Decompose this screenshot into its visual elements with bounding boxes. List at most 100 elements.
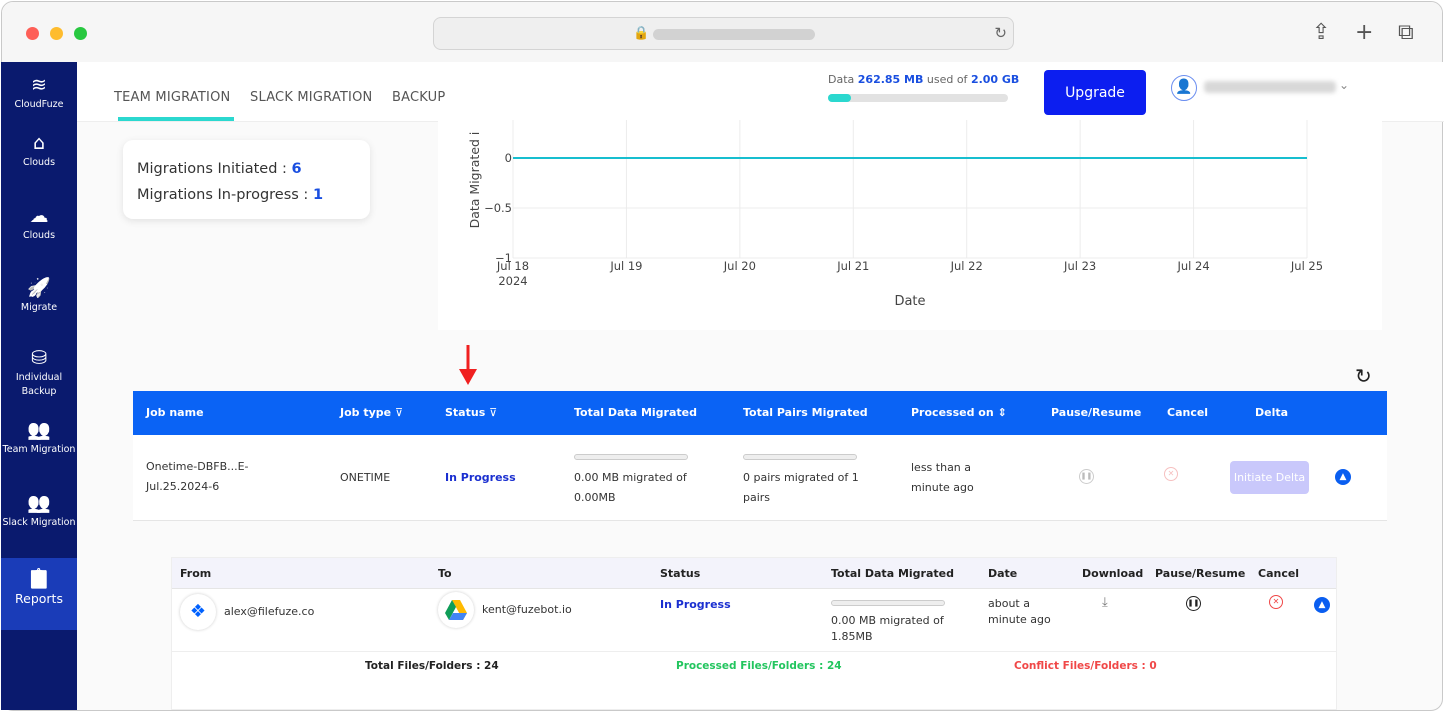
processed-on: less than a minute ago [911,458,974,498]
date: about a minute ago [988,596,1051,628]
x-axis-title: Date [894,294,925,309]
header-download: Download [1082,567,1144,580]
sidebar: ≋ CloudFuze ⌂ Clouds ☁ Clouds 🚀 Migrate ⛁ Indiv… [1,62,77,710]
minimize-window-button[interactable] [50,27,63,40]
usage-mid: used of [926,73,968,86]
reload-icon[interactable]: ↻ [994,24,1007,42]
sidebar-item-clouds[interactable]: ☁ Clouds [1,205,77,243]
line: 0.00 MB migrated of [574,471,687,484]
sidebar-item-label: Team Migration [2,444,76,455]
line: 0 pairs migrated of 1 [743,471,859,484]
header-cancel: Cancel [1258,567,1300,580]
user-avatar-icon[interactable]: 👤 [1171,75,1197,101]
collapse-icon[interactable]: ▲ [1335,469,1351,485]
data-migrated-chart: Jul 18 Jul 19 Jul 20 Jul 21 Jul 22 Jul 23 Jul … [438,120,1382,330]
chevron-down-icon[interactable]: ⌄ [1339,78,1349,92]
total-files: Total Files/Folders : 24 [365,660,499,672]
header-job-name: Job name [146,406,204,419]
label: Migrations Initiated : [137,161,287,177]
browser-toolbar: 🔒 ↻ ⇪ + ⧉ [2,2,1442,64]
line: Jul.25.2024-6 [146,480,220,493]
y-tick-label: −0.5 [484,201,512,215]
filter-icon[interactable]: ⊽ [489,406,497,419]
pause-icon[interactable]: ❚❚ [1079,469,1094,484]
refresh-icon[interactable]: ↻ [1355,364,1372,388]
label: Migrations In-progress : [137,187,309,203]
header-processed-on[interactable]: Processed on ⇕ [911,406,1007,419]
filter-icon[interactable]: ⊽ [395,406,403,419]
usage-progress-fill [828,94,852,102]
share-icon[interactable]: ⇪ [1312,20,1330,45]
address-bar[interactable]: 🔒 ↻ [433,17,1014,50]
pair-row[interactable]: ❖ alex@filefuze.co kent@fuzebot.io In Pr… [172,589,1336,652]
sidebar-item-label: Reports [15,591,63,606]
initiate-delta-button[interactable]: Initiate Delta [1230,461,1309,494]
cloud-icon: ☁ [29,205,49,227]
cloudfuze-logo[interactable]: ≋ CloudFuze [1,74,77,112]
logo-icon: ≋ [31,74,47,96]
status-badge: In Progress [660,598,731,611]
header-status[interactable]: Status ⊽ [445,406,497,419]
collapse-icon[interactable]: ▲ [1314,597,1330,613]
clipboard-icon: 📋 [27,568,51,590]
tab-team-migration[interactable]: TEAM MIGRATION [114,90,235,121]
google-drive-icon [438,592,474,628]
brand-name: CloudFuze [14,99,64,110]
sidebar-item-slack-migration[interactable]: 👥 Slack Migration [1,492,77,530]
sidebar-item-team-migration[interactable]: 👥 Team Migration [1,419,77,457]
sort-icon[interactable]: ⇕ [998,406,1007,419]
header-total-data: Total Data Migrated [831,567,954,580]
cancel-icon[interactable]: ✕ [1164,467,1178,481]
job-type: ONETIME [340,471,391,484]
usage-used: 262.85 MB [857,73,924,86]
pairs-migrated: 0 pairs migrated of 1 pairs [743,468,859,508]
line: minute ago [911,481,974,494]
new-tab-icon[interactable]: + [1355,20,1373,45]
usage-total: 2.00 GB [970,73,1020,86]
job-name: Onetime-DBFB...E- Jul.25.2024-6 [146,457,249,497]
download-icon[interactable]: ⤓ [1102,595,1108,611]
header-from: From [180,567,212,580]
sidebar-item-individual-backup[interactable]: ⛁ Individual Backup [1,347,77,399]
user-name-blurred[interactable] [1204,81,1336,93]
usage-prefix: Data [828,73,855,86]
close-window-button[interactable] [26,27,39,40]
upgrade-button[interactable]: Upgrade [1044,70,1146,115]
tab-slack-migration[interactable]: SLACK MIGRATION [250,90,372,105]
header-date: Date [988,567,1018,580]
tab-backup[interactable]: BACKUP [392,90,445,105]
header-delta: Delta [1255,406,1289,419]
sidebar-item-clouds[interactable]: ⌂ Clouds [1,132,77,170]
database-icon: ⛁ [31,347,47,369]
maximize-window-button[interactable] [74,27,87,40]
data-progress-bar [831,600,945,606]
lock-icon: 🔒 [633,26,650,41]
y-axis-title: Data Migrated i [467,132,482,229]
pairs-table-header: From To Status Total Data Migrated Date … [172,558,1336,589]
table-row[interactable]: Onetime-DBFB...E- Jul.25.2024-6 ONETIME I… [133,435,1387,521]
x-year-label: 2024 [498,274,527,288]
processed-files: Processed Files/Folders : 24 [676,660,842,672]
header-total-data: Total Data Migrated [574,406,697,419]
header-status: Status [660,567,701,580]
pause-icon[interactable]: ❚❚ [1186,596,1201,611]
header-job-type[interactable]: Job type ⊽ [340,406,403,419]
sidebar-item-migrate[interactable]: 🚀 Migrate [1,277,77,315]
line: 1.85MB [831,630,873,643]
x-tick-label: Jul 20 [723,259,756,273]
cancel-icon[interactable]: ✕ [1269,595,1283,609]
dropbox-icon: ❖ [180,594,216,630]
x-tick-label: Jul 19 [609,259,642,273]
pairs-table: From To Status Total Data Migrated Date … [171,557,1337,710]
sidebar-item-reports[interactable]: 📋 Reports [1,558,77,630]
users-icon: 👥 [27,419,51,441]
sidebar-item-label: Clouds [22,157,56,168]
migration-stats-card: Migrations Initiated : 6 Migrations In-p… [123,140,370,219]
x-tick-label: Jul 24 [1176,259,1209,273]
tabs-overview-icon[interactable]: ⧉ [1398,20,1414,45]
top-nav: TEAM MIGRATION SLACK MIGRATION BACKUP Da… [77,62,1444,122]
red-arrow-annotation [459,345,477,385]
y-tick-label: 0 [505,151,512,165]
line: pairs [743,491,771,504]
line: less than a [911,461,972,474]
